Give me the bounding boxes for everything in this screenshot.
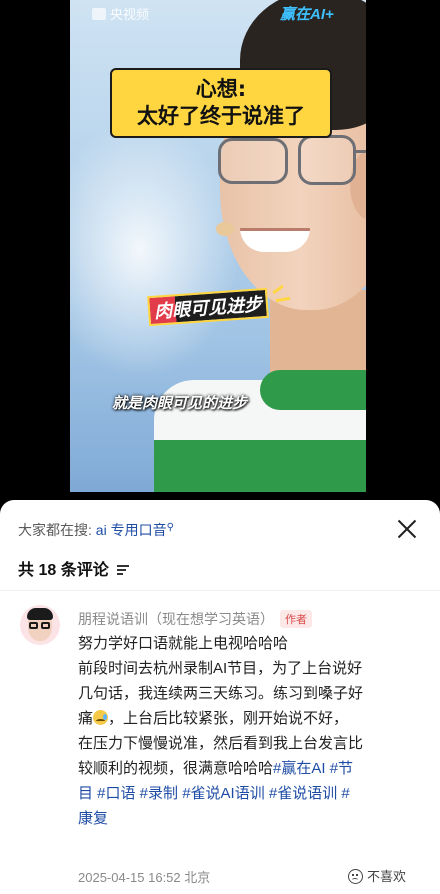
dislike-button[interactable]: 不喜欢 (348, 866, 406, 885)
author-name[interactable]: 朋程说语训（现在想学习英语） (78, 611, 274, 627)
sort-icon[interactable] (117, 564, 130, 576)
avatar[interactable] (20, 605, 60, 645)
thought-caption: 心想: 太好了终于说准了 (110, 68, 332, 138)
trending-search-keyword[interactable]: ai 专用口音 (96, 522, 167, 538)
video-player[interactable]: 央视频 赢在AI+ 心想: 太好了终于说准了 肉眼可见进步 就是肉眼可见的进步 (0, 0, 440, 500)
thought-caption-line2: 太好了终于说准了 (137, 104, 305, 128)
comments-sheet: 大家都在搜: ai 专用口音⚲ 共 18 条评论 朋程说语训（现在想学习英语） 作… (0, 500, 440, 894)
comment-timestamp: 2025-04-15 16:52 (78, 870, 181, 885)
comment-author[interactable]: 朋程说语训（现在想学习英语） 作者 (78, 609, 312, 629)
comment-body[interactable]: 努力学好口语就能上电视哈哈哈 前段时间去杭州录制AI节目，为了上台说好 几句话，… (78, 631, 418, 831)
hashtag[interactable]: #赢在AI #节 (273, 760, 353, 777)
thought-caption-line1: 心想: (195, 77, 247, 101)
program-logo: 赢在AI+ (280, 6, 334, 23)
hashtag[interactable]: 康复 (78, 806, 418, 831)
comment-location: 北京 (184, 870, 211, 885)
trending-search-prefix: 大家都在搜: (18, 522, 92, 538)
microphone (216, 222, 234, 236)
video-subtitle: 就是肉眼可见的进步 (112, 394, 248, 412)
author-badge: 作者 (280, 610, 312, 628)
channel-logo: 央视频 (92, 4, 149, 23)
search-icon: ⚲ (166, 522, 174, 533)
close-icon[interactable] (394, 516, 420, 542)
dislike-icon (348, 869, 363, 884)
crying-face-icon (93, 710, 109, 725)
comment-meta: 2025-04-15 16:52 北京 (78, 867, 210, 886)
trending-search[interactable]: 大家都在搜: ai 专用口音⚲ (18, 520, 174, 540)
hashtag[interactable]: 目 #口语 #录制 #雀说AI语训 #雀说语训 # (78, 781, 418, 806)
comment-count[interactable]: 共 18 条评论 (18, 556, 130, 580)
divider (0, 590, 440, 591)
